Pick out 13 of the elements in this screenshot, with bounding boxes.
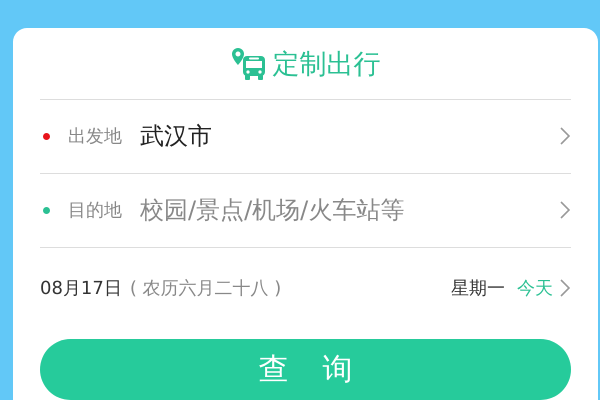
- location-field[interactable]: 校园/景点/机场/火车站等: [140, 196, 559, 224]
- location-field[interactable]: 武汉市: [140, 122, 559, 150]
- field-label: 出发地: [68, 125, 122, 148]
- weekday-text: 星期一: [451, 277, 505, 300]
- chevron-right-icon: [559, 278, 571, 298]
- lunar-date: ( 农历六月二十八 ): [130, 277, 282, 300]
- chevron-right-icon: [559, 200, 571, 220]
- bus-location-icon: [230, 46, 266, 80]
- field-label: 目的地: [68, 199, 122, 222]
- page-title: 定制出行: [272, 48, 380, 82]
- today-text: 今天: [517, 277, 553, 300]
- chevron-right-icon: [559, 126, 571, 146]
- date-text: 08月17日: [40, 277, 122, 300]
